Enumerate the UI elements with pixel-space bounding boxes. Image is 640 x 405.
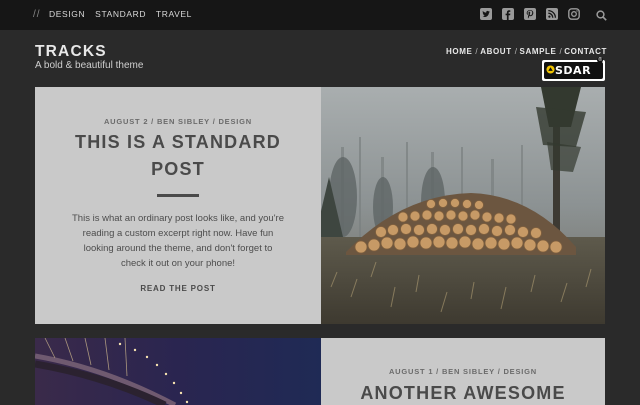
category-standard-link[interactable]: STANDARD — [95, 9, 146, 19]
search-icon[interactable] — [596, 10, 607, 21]
post-featured-image-bridge[interactable] — [35, 338, 321, 405]
nav-separator: / — [475, 47, 479, 56]
sdar-watermark-badge: SDAR ® — [542, 57, 605, 81]
category-travel-link[interactable]: TRAVEL — [156, 9, 192, 19]
post-title-line-1[interactable]: THIS IS A STANDARD — [35, 129, 321, 156]
facebook-icon[interactable] — [502, 8, 514, 20]
nav-sample[interactable]: SAMPLE — [520, 47, 557, 56]
read-post-link[interactable]: READ THE POST — [35, 284, 321, 293]
nav-contact[interactable]: CONTACT — [564, 47, 607, 56]
post-excerpt: This is what an ordinary post looks like… — [65, 211, 291, 271]
excerpt-line: check it out on your phone! — [120, 258, 236, 269]
title-divider — [157, 194, 199, 197]
sdar-logo-icon — [546, 65, 555, 74]
nav-about[interactable]: ABOUT — [480, 47, 511, 56]
main-navigation: HOME / ABOUT / SAMPLE / CONTACT — [446, 47, 607, 56]
site-tagline: A bold & beautiful theme — [35, 60, 144, 71]
excerpt-line: reading a custom excerpt right now. Have… — [82, 228, 274, 239]
pinterest-icon[interactable] — [524, 8, 536, 20]
badge-text: SDAR — [555, 64, 592, 77]
category-design-link[interactable]: DESIGN — [49, 9, 85, 19]
nav-home[interactable]: HOME — [446, 47, 472, 56]
nav-separator: / — [559, 47, 563, 56]
instagram-icon[interactable] — [568, 8, 580, 20]
excerpt-line: looking around the theme, and don't forg… — [83, 243, 273, 254]
post-text-panel: AUGUST 1 / BEN SIBLEY / DESIGN ANOTHER A… — [321, 338, 605, 405]
post-title-line-1[interactable]: ANOTHER AWESOME — [321, 380, 605, 405]
post-text-panel: AUGUST 2 / BEN SIBLEY / DESIGN THIS IS A… — [35, 87, 321, 324]
nav-separator: / — [514, 47, 518, 56]
post-featured-image-logs[interactable] — [321, 87, 605, 324]
post-meta[interactable]: AUGUST 2 / BEN SIBLEY / DESIGN — [35, 117, 321, 126]
post-card-standard: AUGUST 2 / BEN SIBLEY / DESIGN THIS IS A… — [35, 87, 605, 324]
excerpt-line: This is what an ordinary post looks like… — [72, 213, 284, 224]
top-bar-decoration: // — [33, 9, 41, 20]
post-meta[interactable]: AUGUST 1 / BEN SIBLEY / DESIGN — [321, 367, 605, 376]
category-menu: DESIGN STANDARD TRAVEL — [49, 9, 199, 19]
post-title-line-2[interactable]: POST — [35, 156, 321, 183]
night-bridge-image — [35, 338, 321, 405]
rss-icon[interactable] — [546, 8, 558, 20]
site-title[interactable]: TRACKS — [35, 43, 107, 61]
forest-log-pile-image — [321, 87, 605, 324]
top-bar: // DESIGN STANDARD TRAVEL — [0, 0, 640, 30]
social-icons — [480, 8, 580, 22]
post-card-another: AUGUST 1 / BEN SIBLEY / DESIGN ANOTHER A… — [35, 338, 605, 405]
badge-superscript: ® — [597, 57, 603, 63]
twitter-icon[interactable] — [480, 8, 492, 20]
